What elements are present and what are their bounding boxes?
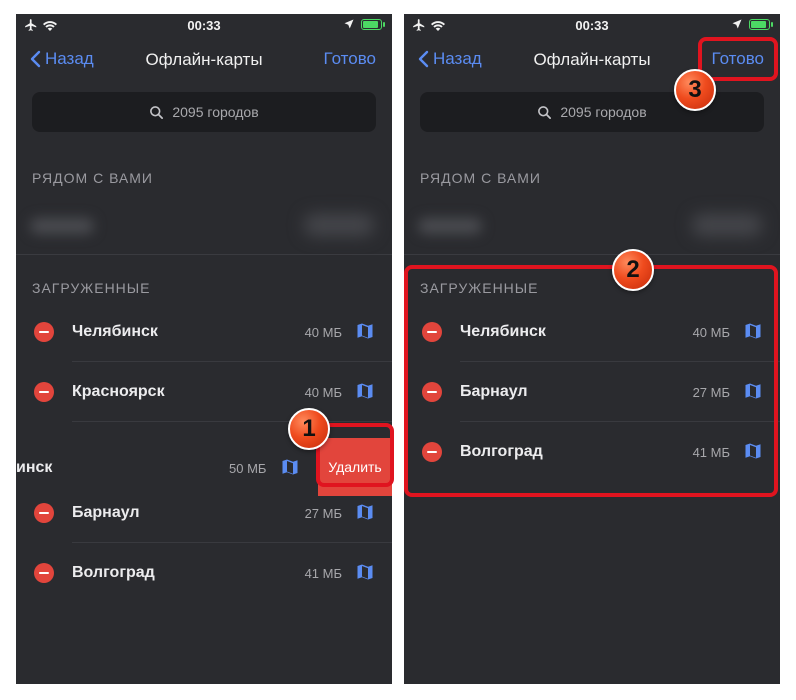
city-name: Волгоград [72, 564, 155, 581]
map-icon[interactable] [356, 503, 374, 521]
map-size: 40 МБ [304, 385, 342, 400]
location-arrow-icon [732, 19, 742, 29]
city-name: Челябинск [72, 323, 158, 340]
blurred-download-button [692, 214, 762, 236]
blurred-download-button [304, 214, 374, 236]
nearby-city-row[interactable] [404, 200, 780, 254]
status-time: 00:33 [575, 18, 609, 33]
blurred-city-name [30, 218, 94, 234]
step-badge-1: 1 [288, 408, 330, 450]
done-button[interactable]: Готово [324, 49, 377, 69]
search-icon [538, 105, 552, 119]
map-size: 41 МБ [304, 566, 342, 581]
status-bar: 00:33 [16, 14, 392, 38]
minus-circle-icon[interactable] [34, 503, 54, 523]
row-divider [72, 421, 392, 422]
phone-screen-left: 00:33 Назад Офлайн-карты Готово 2095 гор… [16, 14, 392, 684]
map-icon[interactable] [356, 563, 374, 581]
status-time: 00:33 [187, 18, 221, 33]
nearby-city-row[interactable] [16, 200, 392, 254]
map-icon[interactable] [356, 382, 374, 400]
list-item[interactable]: Волгоград 41 МБ [16, 543, 392, 603]
section-divider [404, 254, 780, 255]
list-item[interactable]: Челябинск 40 МБ [16, 302, 392, 362]
step-badge-3: 3 [674, 69, 716, 111]
battery-icon [361, 18, 385, 30]
list-item[interactable]: Красноярск 40 МБ [16, 362, 392, 422]
battery-icon [749, 18, 773, 30]
minus-circle-icon[interactable] [34, 322, 54, 342]
status-bar: 00:33 [404, 14, 780, 38]
minus-circle-icon[interactable] [34, 382, 54, 402]
map-size: 27 МБ [304, 506, 342, 521]
city-name: Красноярск [72, 383, 165, 400]
search-text: 2095 городов [560, 104, 647, 120]
location-arrow-icon [344, 19, 354, 29]
section-header-nearby: РЯДОМ С ВАМИ [32, 170, 153, 186]
search-text: 2095 городов [172, 104, 259, 120]
map-icon[interactable] [281, 458, 299, 476]
list-item[interactable]: Барнаул 27 МБ [16, 483, 392, 543]
navigation-bar: Назад Офлайн-карты Готово [16, 42, 392, 76]
blurred-city-name [418, 218, 482, 234]
section-header-downloaded: ЗАГРУЖЕННЫЕ [32, 280, 151, 296]
highlight-downloaded-list [404, 265, 778, 497]
map-size: 40 МБ [304, 325, 342, 340]
map-icon[interactable] [356, 322, 374, 340]
search-icon [150, 105, 164, 119]
map-size: 50 МБ [229, 461, 267, 476]
search-field[interactable]: 2095 городов [32, 92, 376, 132]
section-divider [16, 254, 392, 255]
minus-circle-icon[interactable] [34, 563, 54, 583]
city-name: инск [16, 459, 53, 476]
step-badge-2: 2 [612, 249, 654, 291]
city-name: Барнаул [72, 504, 140, 521]
section-header-nearby: РЯДОМ С ВАМИ [420, 170, 541, 186]
